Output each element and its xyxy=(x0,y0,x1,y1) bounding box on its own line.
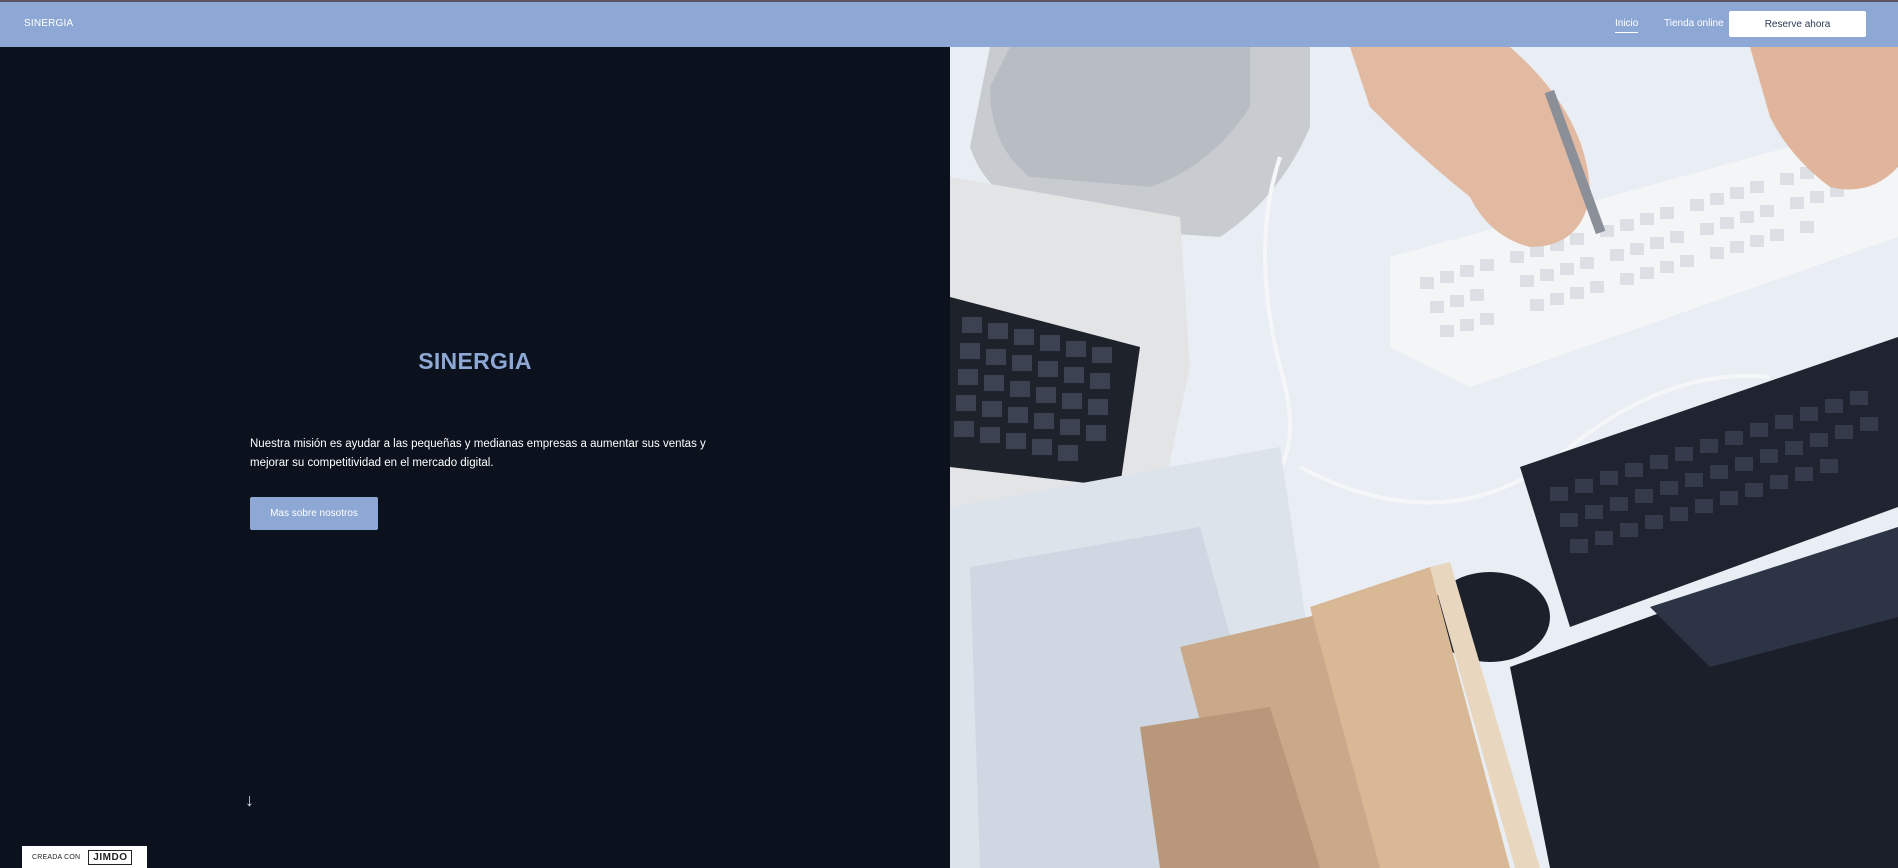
about-us-button[interactable]: Mas sobre nosotros xyxy=(250,497,378,530)
hero-left-panel: SINERGIA Nuestra misión es ayudar a las … xyxy=(0,47,950,868)
arrow-down-icon[interactable]: ↓ xyxy=(245,790,254,811)
hero-description: Nuestra misión es ayudar a las pequeñas … xyxy=(250,438,706,469)
jimdo-badge[interactable]: CREADA CON JIMDO xyxy=(22,846,147,868)
jimdo-logo-icon: JIMDO xyxy=(88,849,133,865)
hero-title: SINERGIA xyxy=(418,348,532,374)
nav-link-tienda-online[interactable]: Tienda online xyxy=(1664,18,1724,29)
badge-prefix: CREADA CON xyxy=(32,853,81,861)
desk-photo-illustration xyxy=(950,47,1898,868)
nav-link-inicio[interactable]: Inicio xyxy=(1615,18,1639,33)
reserve-button[interactable]: Reserve ahora xyxy=(1729,11,1866,37)
header-navbar: SINERGIA Inicio Tienda online Reserve ah… xyxy=(0,2,1898,47)
hero-image xyxy=(950,47,1898,868)
site-brand[interactable]: SINERGIA xyxy=(24,18,73,29)
